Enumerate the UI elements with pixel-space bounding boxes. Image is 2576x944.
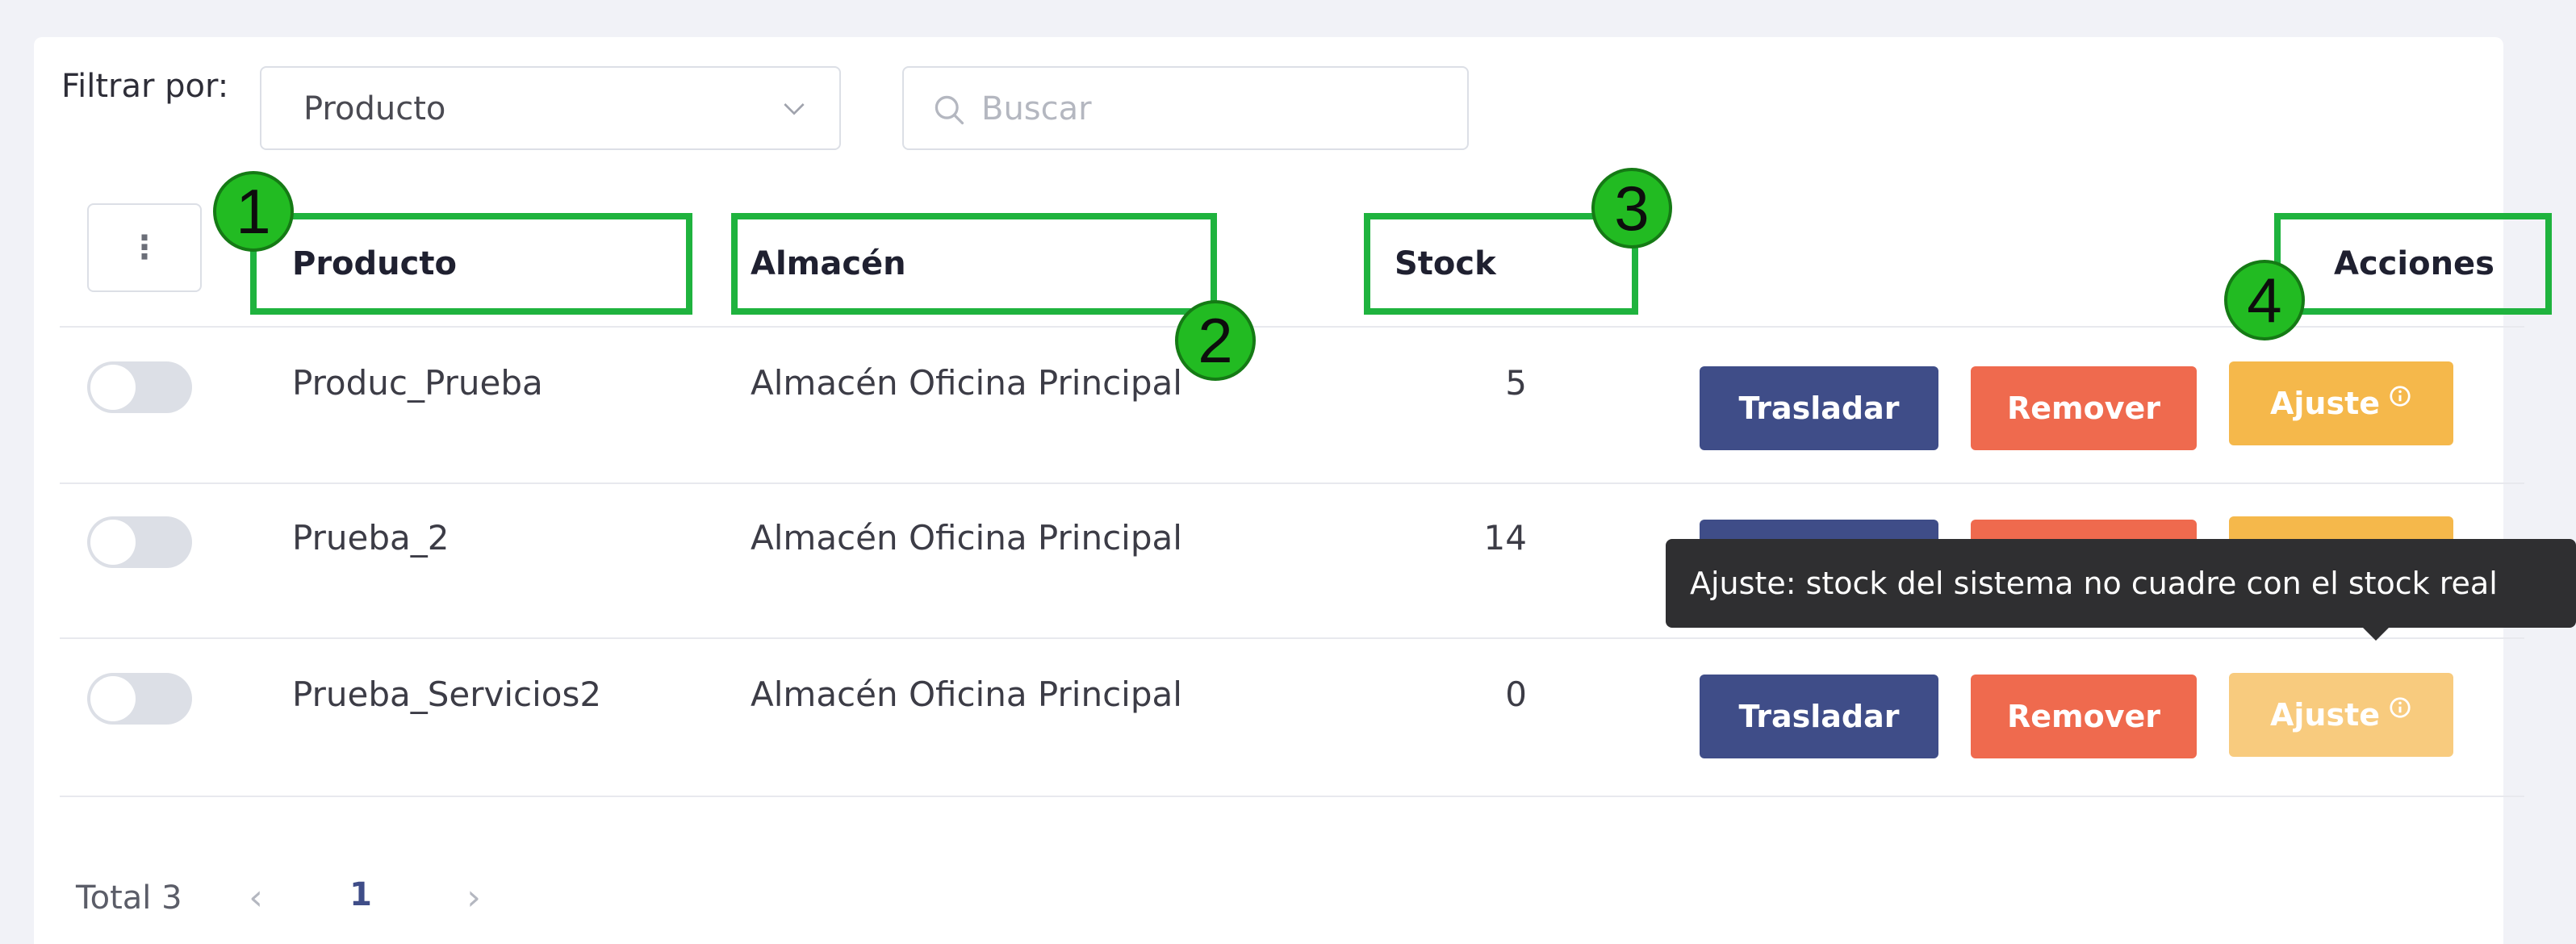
remover-button[interactable]: Remover	[1971, 675, 2197, 758]
filter-select-value: Producto	[303, 90, 446, 127]
chevron-down-icon	[784, 103, 805, 115]
trasladar-label: Trasladar	[1738, 391, 1900, 426]
remover-label: Remover	[2006, 699, 2161, 734]
toggle-knob	[90, 676, 136, 721]
chevron-left-icon[interactable]: ‹	[236, 873, 276, 921]
chevron-right-icon[interactable]: ›	[454, 873, 494, 921]
filter-select[interactable]: Producto	[260, 66, 841, 150]
cell-producto: Prueba_2	[292, 518, 450, 558]
remover-label: Remover	[2006, 391, 2161, 426]
annotation-badge-1: 1	[213, 171, 294, 252]
annotation-box-producto	[250, 213, 692, 315]
divider	[60, 796, 2524, 797]
cell-producto: Produc_Prueba	[292, 363, 543, 403]
trasladar-label: Trasladar	[1738, 699, 1900, 734]
annotation-badge-3: 3	[1591, 168, 1672, 249]
cell-stock: 14	[1483, 518, 1527, 558]
tooltip-text: Ajuste: stock del sistema no cuadre con …	[1690, 566, 2498, 601]
info-circle-icon	[2390, 697, 2411, 718]
search-icon	[935, 95, 964, 125]
annotation-box-almacen	[731, 213, 1217, 315]
ajuste-tooltip: Ajuste: stock del sistema no cuadre con …	[1666, 539, 2576, 628]
ajuste-label: Ajuste	[2269, 697, 2381, 733]
remover-button[interactable]: Remover	[1971, 366, 2197, 450]
divider	[60, 482, 2524, 484]
tooltip-arrow	[2361, 626, 2390, 641]
divider	[60, 326, 2524, 328]
column-menu-button[interactable]: ⋮	[87, 203, 202, 292]
annotation-badge-2: 2	[1175, 300, 1256, 381]
row-toggle[interactable]	[87, 673, 192, 725]
cell-almacen: Almacén Oficina Principal	[751, 363, 1182, 403]
info-circle-icon	[2390, 386, 2411, 407]
cell-almacen: Almacén Oficina Principal	[751, 675, 1182, 714]
divider	[60, 637, 2524, 639]
pagination-page[interactable]: 1	[341, 876, 381, 921]
trasladar-button[interactable]: Trasladar	[1700, 675, 1938, 758]
ajuste-button[interactable]: Ajuste	[2229, 361, 2453, 445]
cell-stock: 5	[1505, 363, 1527, 403]
pagination-total: Total 3	[76, 879, 182, 917]
row-toggle[interactable]	[87, 361, 192, 413]
inventory-card: Filtrar por: Producto ⋮ Producto Almacén…	[34, 37, 2524, 944]
filter-label: Filtrar por:	[61, 68, 229, 105]
annotation-badge-4: 4	[2224, 260, 2305, 340]
toggle-knob	[90, 365, 136, 410]
cell-stock: 0	[1505, 675, 1527, 714]
ajuste-button[interactable]: Ajuste	[2229, 673, 2453, 757]
annotation-box-acciones	[2274, 213, 2552, 315]
search-field[interactable]	[902, 66, 1469, 150]
cell-producto: Prueba_Servicios2	[292, 675, 602, 714]
cell-almacen: Almacén Oficina Principal	[751, 518, 1182, 558]
ajuste-label: Ajuste	[2269, 386, 2381, 421]
trasladar-button[interactable]: Trasladar	[1700, 366, 1938, 450]
search-input[interactable]	[981, 87, 1433, 131]
row-toggle[interactable]	[87, 516, 192, 568]
toggle-knob	[90, 520, 136, 565]
